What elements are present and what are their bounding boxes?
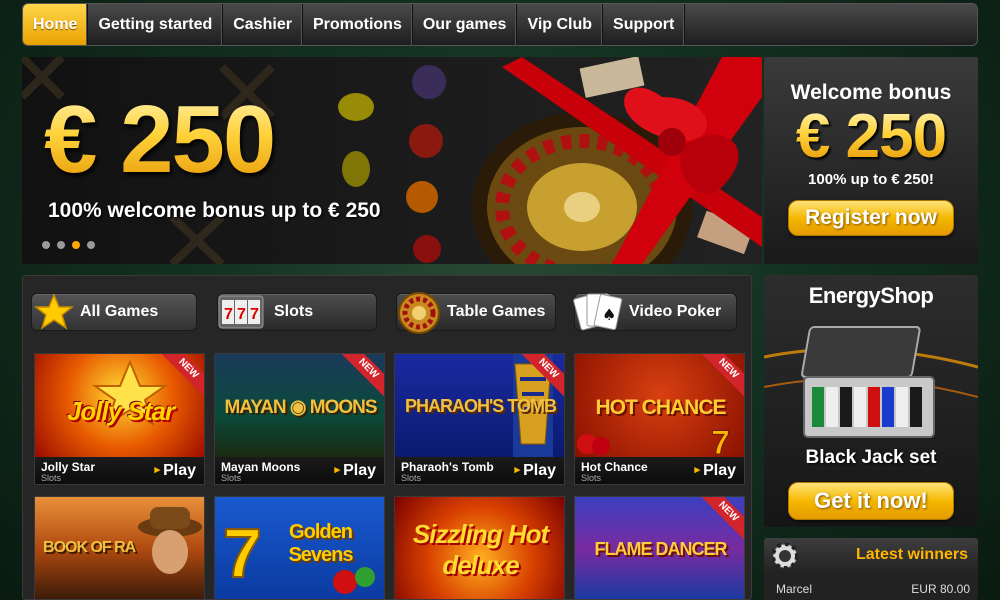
nav-support[interactable]: Support <box>603 4 686 45</box>
nav-home[interactable]: Home <box>23 4 89 45</box>
game-tile-sizzling-hot[interactable]: Sizzling Hot deluxe <box>394 496 565 599</box>
tab-video-poker-label: Video Poker <box>629 303 722 320</box>
game-logo: Sizzling Hot deluxe <box>412 519 549 580</box>
game-info: Jolly Star Slots ▸ Play <box>35 457 204 484</box>
play-label: Play <box>703 462 736 479</box>
play-button[interactable]: ▸ Play <box>695 462 736 480</box>
game-thumbnail: 7 Golden Sevens <box>215 497 384 599</box>
blackjack-case-icon <box>764 326 978 438</box>
game-tile-book-of-ra[interactable]: BOOK OF RA <box>34 496 205 599</box>
tab-table-games[interactable]: Table Games <box>396 292 556 334</box>
game-thumbnail: Jolly Star NEW <box>35 354 204 457</box>
game-tile-pharaohs-tomb[interactable]: PHARAOH'S TOMB NEW Pharaoh's Tomb Slots … <box>394 353 565 485</box>
svg-text:7: 7 <box>237 306 246 323</box>
game-category: Slots <box>581 473 602 483</box>
slot-777-icon: 7 7 7 <box>218 295 264 329</box>
game-logo: FLAME DANCER <box>594 539 728 559</box>
game-thumbnail: PHARAOH'S TOMB NEW <box>395 354 564 457</box>
game-name: Hot Chance <box>581 460 648 474</box>
hero-subtitle: 100% welcome bonus up to € 250 <box>48 199 381 222</box>
game-tile-golden-sevens[interactable]: 7 Golden Sevens <box>214 496 385 599</box>
tab-video-poker[interactable]: ♠ Video Poker <box>573 293 737 331</box>
winners-title: Latest winners <box>855 546 968 563</box>
play-label: Play <box>163 462 196 479</box>
slide-dot-3[interactable] <box>72 241 80 249</box>
game-tile-jolly-star[interactable]: Jolly Star NEW Jolly Star Slots ▸ Play <box>34 353 205 485</box>
play-button[interactable]: ▸ Play <box>155 462 196 480</box>
slide-dot-1[interactable] <box>42 241 50 249</box>
game-category: Slots <box>401 473 422 483</box>
game-tile-hot-chance[interactable]: 7 HOT CHANCE NEW Hot Chance Slots ▸ Play <box>574 353 745 485</box>
tab-table-games-label: Table Games <box>447 303 546 320</box>
game-name: Mayan Moons <box>221 460 301 474</box>
main-nav: Home Getting started Cashier Promotions … <box>22 3 978 46</box>
winners-header: Latest winners <box>764 538 978 573</box>
game-thumbnail: Sizzling Hot deluxe <box>395 497 564 599</box>
game-logo: MAYAN ◉ MOONS <box>224 397 377 418</box>
shop-item-name: Black Jack set <box>805 447 937 468</box>
game-logo: Jolly Star <box>66 396 175 426</box>
nav-cashier[interactable]: Cashier <box>223 4 303 45</box>
play-button[interactable]: ▸ Play <box>515 462 556 480</box>
tab-all-games-label: All Games <box>80 303 159 320</box>
game-logo: BOOK OF RA <box>43 539 136 556</box>
game-logo: Golden Sevens <box>288 521 353 566</box>
svg-text:7: 7 <box>224 306 233 323</box>
slide-dot-2[interactable] <box>57 241 65 249</box>
svg-text:7: 7 <box>250 306 259 323</box>
play-button[interactable]: ▸ Play <box>335 462 376 480</box>
hero-banner[interactable]: € 250 100% welcome bonus up to € 250 <box>22 57 762 264</box>
play-arrow-icon: ▸ <box>334 464 341 476</box>
game-category: Slots <box>221 473 242 483</box>
svg-text:7: 7 <box>711 424 730 457</box>
game-tile-flame-dancer[interactable]: FLAME DANCER NEW <box>574 496 745 599</box>
shop-title: EnergyShop <box>808 283 934 308</box>
winner-amount: EUR 80.00 <box>911 582 970 596</box>
game-info: Hot Chance Slots ▸ Play <box>575 457 744 484</box>
slide-dot-4[interactable] <box>87 241 95 249</box>
game-logo: PHARAOH'S TOMB <box>405 396 557 416</box>
get-it-now-button[interactable]: Get it now! <box>788 482 954 520</box>
game-info: Mayan Moons Slots ▸ Play <box>215 457 384 484</box>
game-thumbnail: FLAME DANCER NEW <box>575 497 744 599</box>
play-arrow-icon: ▸ <box>154 464 161 476</box>
svg-text:♠: ♠ <box>602 305 616 324</box>
game-tile-mayan-moons[interactable]: MAYAN ◉ MOONS NEW Mayan Moons Slots ▸ Pla… <box>214 353 385 485</box>
nav-getting-started[interactable]: Getting started <box>88 4 224 45</box>
game-info: Pharaoh's Tomb Slots ▸ Play <box>395 457 564 484</box>
tab-slots[interactable]: 7 7 7 Slots <box>217 293 377 331</box>
latest-winners-panel: Latest winners Marcel EUR 80.00 <box>764 538 978 600</box>
cards-icon: ♠ <box>573 293 623 331</box>
welcome-bonus-panel: Welcome bonus € 250 100% up to € 250! Re… <box>764 57 978 264</box>
winner-name: Marcel <box>776 582 813 596</box>
welcome-amount: € 250 <box>764 105 978 169</box>
welcome-subtitle: 100% up to € 250! <box>808 171 934 188</box>
nav-promotions[interactable]: Promotions <box>303 4 413 45</box>
play-label: Play <box>523 462 556 479</box>
star-icon <box>34 293 74 330</box>
game-thumbnail: MAYAN ◉ MOONS NEW <box>215 354 384 457</box>
roulette-icon <box>398 292 440 334</box>
game-name: Jolly Star <box>41 460 96 474</box>
game-category: Slots <box>41 473 62 483</box>
hero-amount: € 250 <box>44 86 276 193</box>
play-arrow-icon: ▸ <box>514 464 521 476</box>
tab-slots-label: Slots <box>274 303 314 320</box>
poker-chip-icon <box>772 543 798 569</box>
nav-vip-club[interactable]: Vip Club <box>517 4 604 45</box>
play-label: Play <box>343 462 376 479</box>
slide-dots <box>42 241 95 249</box>
games-panel: All Games 7 7 7 Slots Table Games ♠ Vide… <box>22 275 752 600</box>
game-name: Pharaoh's Tomb <box>401 460 494 474</box>
tab-all-games[interactable]: All Games <box>31 293 197 331</box>
game-logo: HOT CHANCE <box>595 396 727 419</box>
play-arrow-icon: ▸ <box>694 464 701 476</box>
energy-shop-panel: EnergyShop Black Jack set Get it now! <box>764 275 978 527</box>
game-thumbnail: BOOK OF RA <box>35 497 204 599</box>
nav-our-games[interactable]: Our games <box>413 4 518 45</box>
register-button[interactable]: Register now <box>788 200 954 236</box>
winner-row: Marcel EUR 80.00 <box>764 582 978 600</box>
game-thumbnail: 7 HOT CHANCE NEW <box>575 354 744 457</box>
game-tabs: All Games 7 7 7 Slots Table Games ♠ Vide… <box>31 292 743 335</box>
